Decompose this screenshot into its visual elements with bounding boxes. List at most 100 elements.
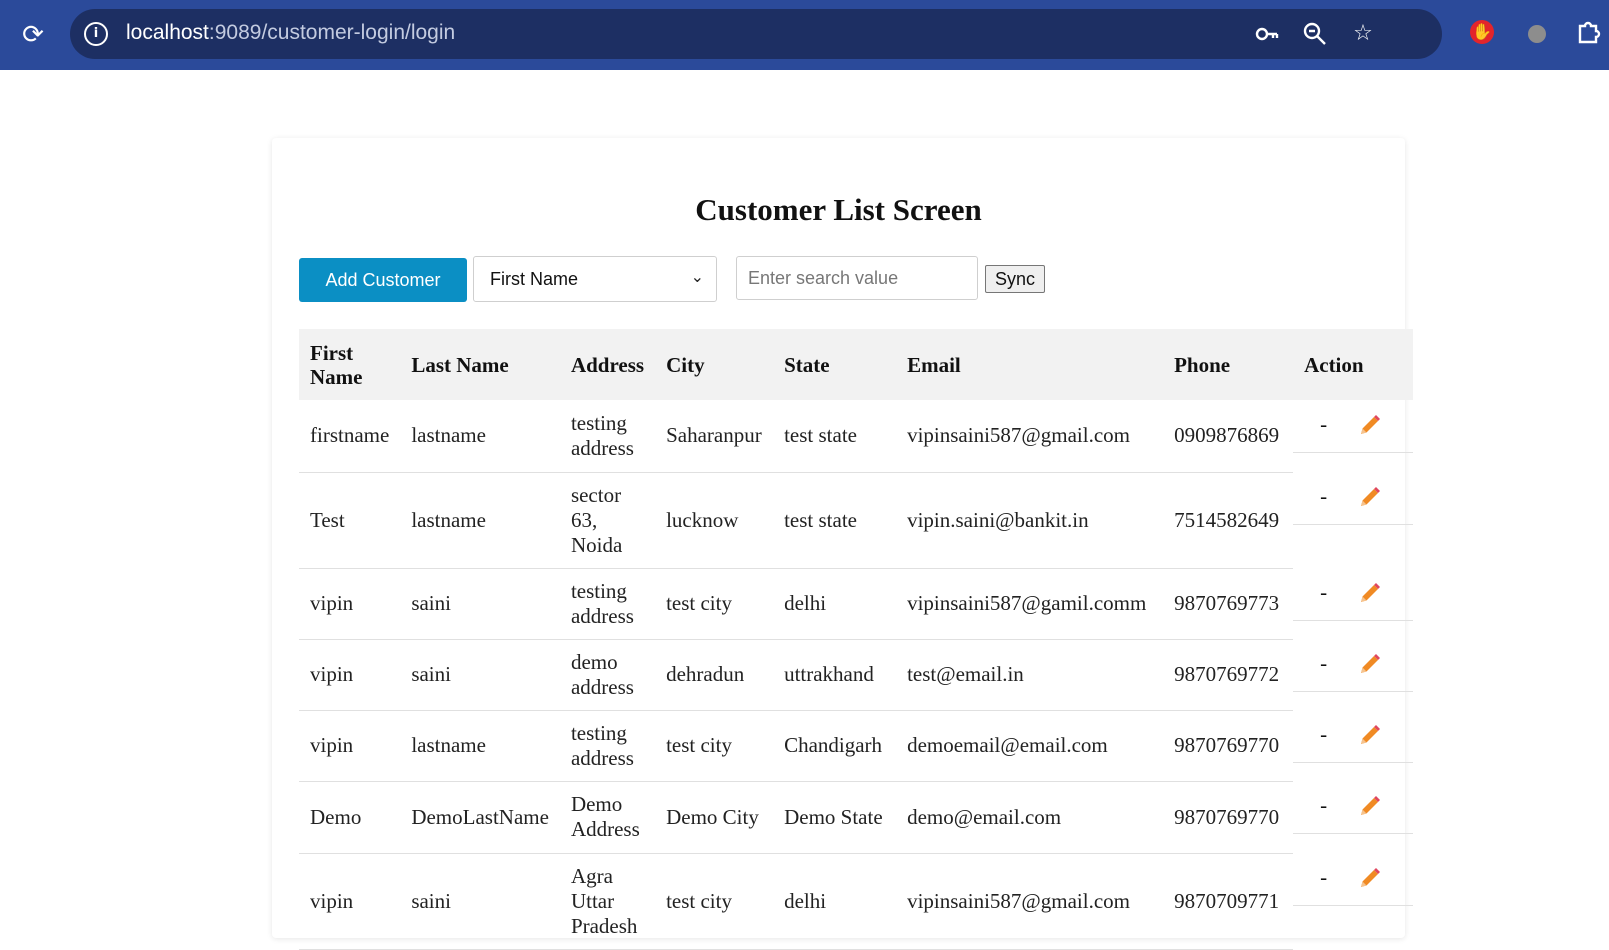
cell-phone: 7514582649 — [1163, 472, 1294, 569]
table-row: vipin lastname testing address test city… — [299, 710, 1413, 782]
cell-email: test@email.in — [896, 639, 1164, 711]
address-bar[interactable]: i localhost:9089/customer-login/login ☆ — [70, 9, 1442, 59]
cell-address: Demo Address — [559, 781, 656, 854]
pencil-icon[interactable] — [1357, 484, 1383, 510]
filter-field-value: First Name — [490, 269, 579, 289]
cell-last-name: saini — [400, 568, 560, 640]
cell-city: test city — [655, 853, 774, 950]
info-icon[interactable]: i — [84, 22, 108, 46]
header-first-name: First Name — [299, 329, 401, 400]
cell-action: - — [1293, 639, 1413, 710]
cell-phone: 9870769770 — [1163, 710, 1294, 782]
cell-city: Saharanpur — [655, 400, 774, 473]
add-customer-button[interactable]: Add Customer — [299, 258, 467, 302]
cell-first-name: Test — [299, 472, 401, 569]
pencil-icon[interactable] — [1357, 793, 1383, 819]
header-action: Action — [1293, 329, 1413, 400]
header-phone: Phone — [1163, 329, 1294, 400]
cell-state: test state — [773, 400, 897, 473]
cell-email: vipinsaini587@gamil.comm — [896, 568, 1164, 640]
table-row: firstname lastname testing address Sahar… — [299, 400, 1413, 473]
cell-first-name: firstname — [299, 400, 401, 473]
filter-field-select[interactable]: First Name ⌄ — [473, 256, 717, 302]
cell-phone: 9870769770 — [1163, 781, 1294, 854]
cell-city: test city — [655, 710, 774, 782]
cell-last-name: lastname — [400, 400, 560, 473]
zoom-icon[interactable] — [1302, 21, 1328, 47]
cell-first-name: vipin — [299, 639, 401, 711]
stop-extension-icon[interactable]: ✋ — [1470, 20, 1494, 44]
pencil-icon[interactable] — [1357, 865, 1383, 891]
cell-phone: 0909876869 — [1163, 400, 1294, 473]
cell-address: sector 63, Noida — [559, 472, 656, 569]
cell-email: demoemail@email.com — [896, 710, 1164, 782]
action-dash: - — [1320, 412, 1328, 436]
url-host: localhost — [126, 21, 209, 44]
cell-action: - — [1293, 781, 1413, 853]
cell-state: delhi — [773, 568, 897, 640]
header-address: Address — [559, 329, 656, 400]
cell-phone: 9870709771 — [1163, 853, 1294, 950]
cell-email: demo@email.com — [896, 781, 1164, 854]
table-row: vipin saini testing address test city de… — [299, 568, 1413, 640]
cell-phone: 9870769772 — [1163, 639, 1294, 711]
cell-action: - — [1293, 853, 1413, 949]
cell-first-name: vipin — [299, 568, 401, 640]
cell-first-name: Demo — [299, 781, 401, 854]
customer-list-card: Customer List Screen Add Customer First … — [272, 138, 1413, 950]
pencil-icon[interactable] — [1357, 722, 1383, 748]
table-row: vipin saini demo address dehradun uttrak… — [299, 639, 1413, 711]
cell-last-name: saini — [400, 639, 560, 711]
cell-address: testing address — [559, 710, 656, 782]
cell-email: vipin.saini@bankit.in — [896, 472, 1164, 569]
table-row: Test lastname sector 63, Noida lucknow t… — [299, 472, 1413, 569]
sync-button[interactable]: Sync — [985, 265, 1045, 293]
reload-icon[interactable]: ⟳ — [20, 22, 46, 48]
action-dash: - — [1320, 865, 1328, 889]
key-icon[interactable] — [1254, 21, 1280, 47]
cell-action: - — [1293, 400, 1413, 472]
header-state: State — [773, 329, 897, 400]
url-path: :9089/customer-login/login — [208, 21, 456, 44]
cell-action: - — [1293, 568, 1413, 639]
cell-state: uttrakhand — [773, 639, 897, 711]
cell-first-name: vipin — [299, 710, 401, 782]
cell-address: testing address — [559, 568, 656, 640]
cell-city: test city — [655, 568, 774, 640]
browser-toolbar: ⟳ i localhost:9089/customer-login/login … — [0, 0, 1609, 70]
header-email: Email — [896, 329, 1164, 400]
pencil-icon[interactable] — [1357, 651, 1383, 677]
url-text[interactable]: localhost:9089/customer-login/login — [126, 21, 455, 45]
cell-address: Agra Uttar Pradesh — [559, 853, 656, 950]
puzzle-icon[interactable] — [1576, 18, 1602, 44]
cell-city: Demo City — [655, 781, 774, 854]
cell-last-name: DemoLastName — [400, 781, 560, 854]
action-dash: - — [1320, 722, 1328, 746]
cell-address: demo address — [559, 639, 656, 711]
cell-state: Demo State — [773, 781, 897, 854]
cell-state: test state — [773, 472, 897, 569]
action-dash: - — [1320, 580, 1328, 604]
search-input[interactable] — [736, 256, 978, 300]
cell-city: lucknow — [655, 472, 774, 569]
cell-state: delhi — [773, 853, 897, 950]
cell-last-name: lastname — [400, 710, 560, 782]
action-dash: - — [1320, 651, 1328, 675]
table-row: Demo DemoLastName Demo Address Demo City… — [299, 781, 1413, 854]
cell-action: - — [1293, 472, 1413, 568]
header-city: City — [655, 329, 774, 400]
cell-email: vipinsaini587@gmail.com — [896, 853, 1164, 950]
pencil-icon[interactable] — [1357, 412, 1383, 438]
cell-last-name: saini — [400, 853, 560, 950]
cell-phone: 9870769773 — [1163, 568, 1294, 640]
cell-email: vipinsaini587@gmail.com — [896, 400, 1164, 473]
pencil-icon[interactable] — [1357, 580, 1383, 606]
action-dash: - — [1320, 793, 1328, 817]
cell-last-name: lastname — [400, 472, 560, 569]
cell-action: - — [1293, 710, 1413, 781]
table-row: vipin saini Agra Uttar Pradesh test city… — [299, 853, 1413, 950]
star-icon[interactable]: ☆ — [1350, 21, 1376, 47]
action-dash: - — [1320, 484, 1328, 508]
header-last-name: Last Name — [400, 329, 560, 400]
extension-icon[interactable] — [1528, 25, 1546, 43]
